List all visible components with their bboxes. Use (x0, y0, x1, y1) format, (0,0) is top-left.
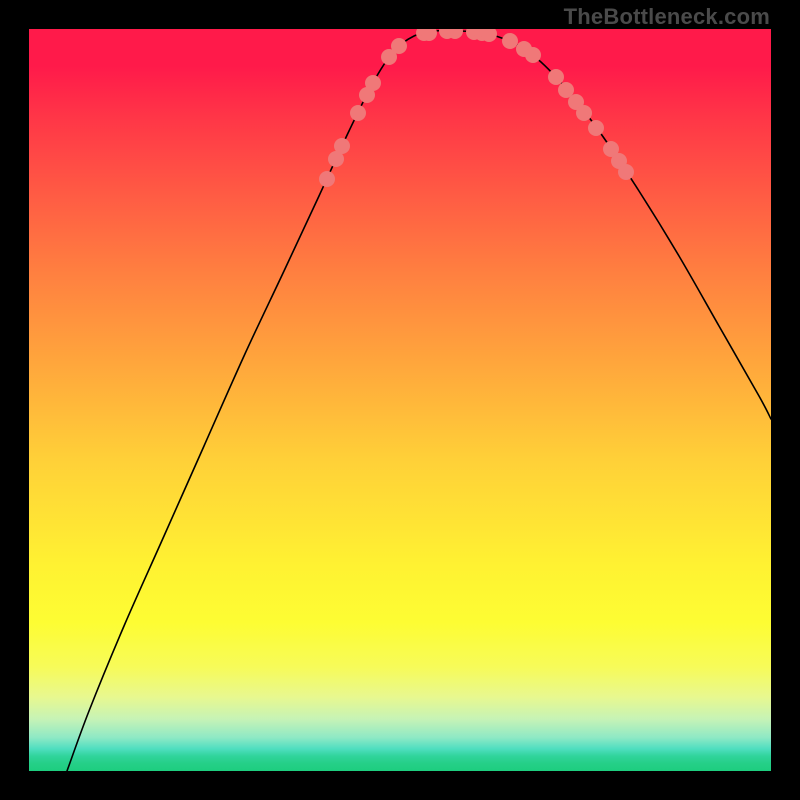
watermark-text: TheBottleneck.com (564, 4, 770, 30)
plot-area (29, 29, 771, 771)
marker-dot (334, 138, 350, 154)
chart-svg (29, 29, 771, 771)
marker-group (319, 29, 634, 187)
marker-dot (525, 47, 541, 63)
bottleneck-curve (67, 31, 771, 771)
marker-dot (502, 33, 518, 49)
marker-dot (350, 105, 366, 121)
marker-dot (365, 75, 381, 91)
marker-dot (618, 164, 634, 180)
marker-dot (548, 69, 564, 85)
marker-dot (391, 38, 407, 54)
marker-dot (576, 105, 592, 121)
marker-dot (319, 171, 335, 187)
marker-dot (588, 120, 604, 136)
chart-frame: TheBottleneck.com (0, 0, 800, 800)
